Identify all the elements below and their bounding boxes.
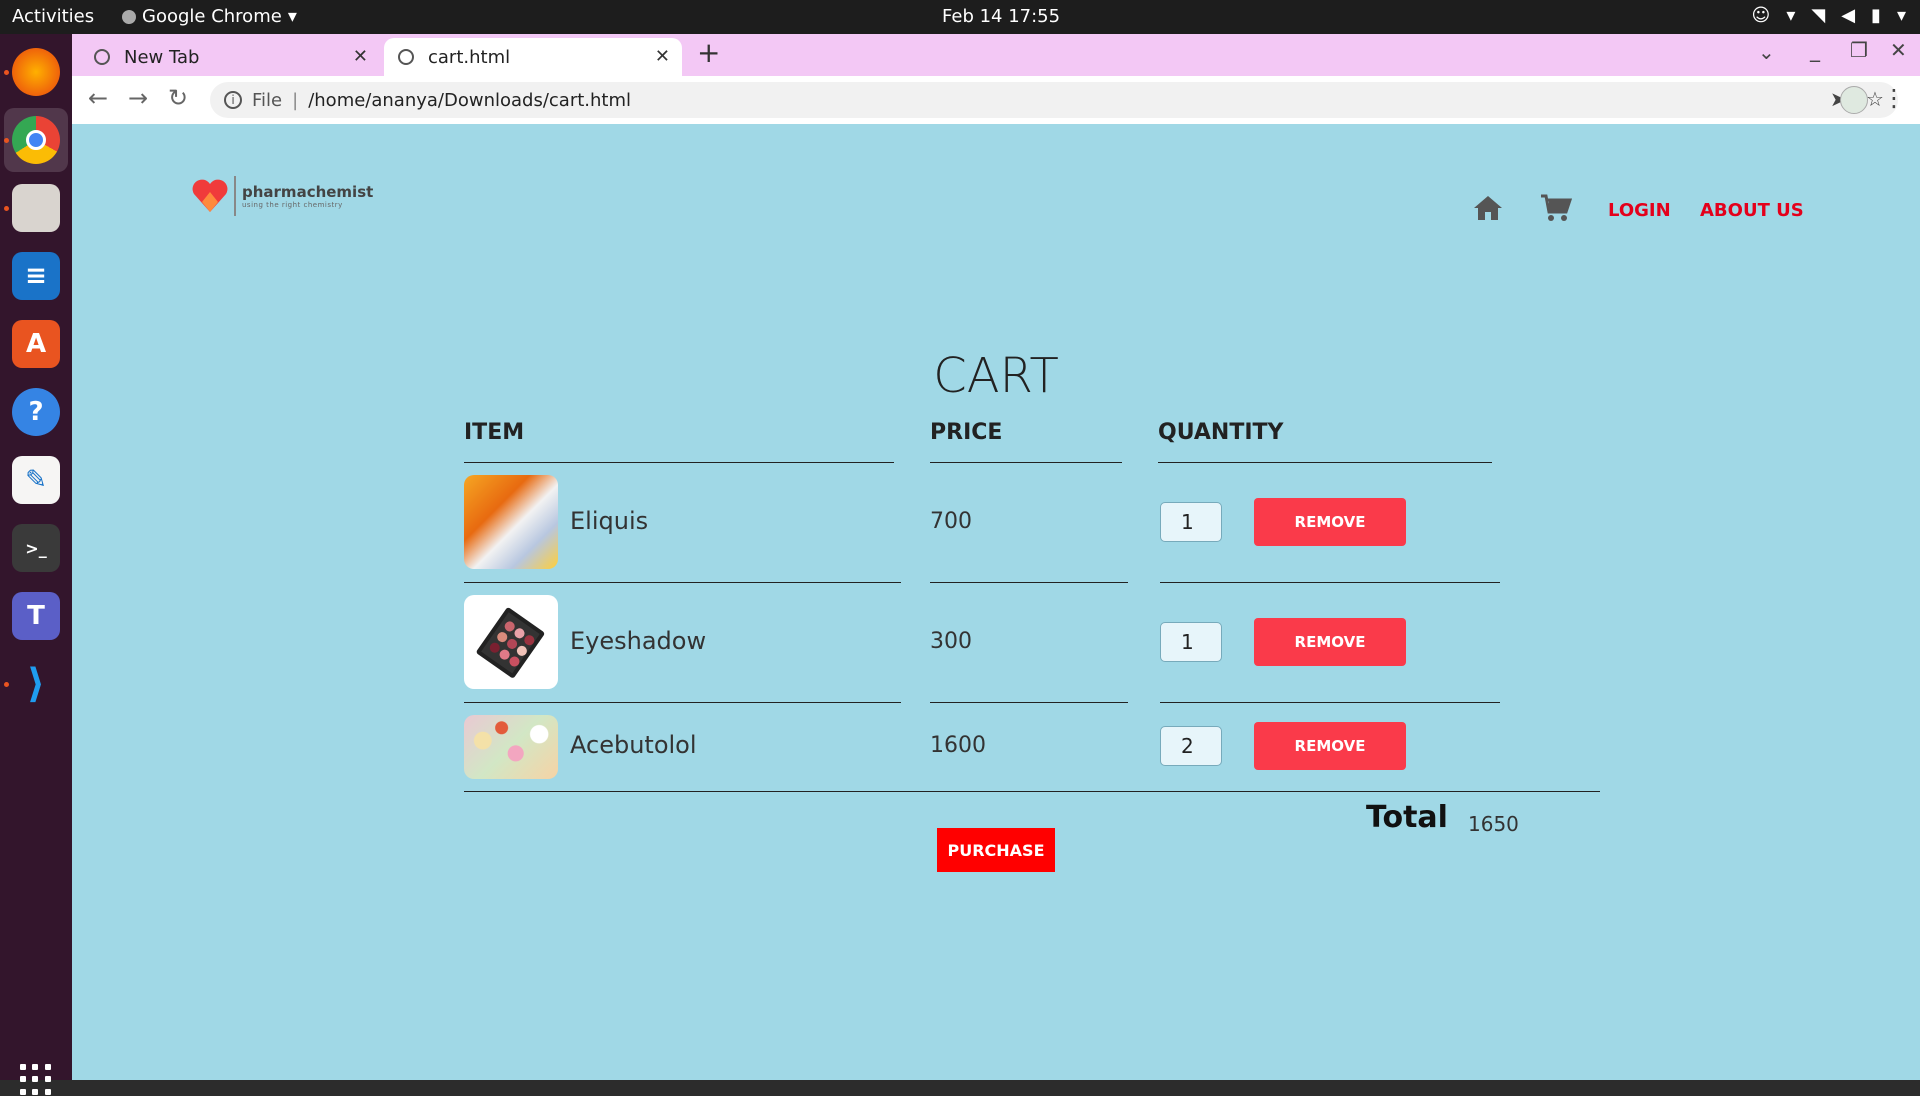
remove-button[interactable]: REMOVE xyxy=(1254,722,1406,770)
divider xyxy=(930,462,1122,463)
divider xyxy=(930,702,1128,703)
files-icon[interactable] xyxy=(12,184,60,232)
about-us-link[interactable]: ABOUT US xyxy=(1700,200,1804,221)
tab-cart[interactable]: cart.html ✕ xyxy=(384,38,682,76)
divider xyxy=(1158,462,1492,463)
writer-icon[interactable]: ≡ xyxy=(12,252,60,300)
system-top-bar: Activities Google Chrome ▾ Feb 14 17:55 … xyxy=(0,0,1920,34)
tab-title: cart.html xyxy=(428,46,511,68)
heart-logo-icon xyxy=(190,176,230,216)
quantity-input[interactable]: 1 xyxy=(1160,502,1222,542)
cart-icon[interactable] xyxy=(1540,194,1573,226)
chrome-icon[interactable] xyxy=(12,116,60,164)
help-icon[interactable]: ? xyxy=(12,388,60,436)
quantity-column-header: QUANTITY xyxy=(1158,420,1284,445)
cart-title: CART xyxy=(933,348,1059,404)
app-menu-label: Google Chrome xyxy=(142,6,282,27)
firefox-icon[interactable] xyxy=(12,48,60,96)
teams-icon[interactable]: T xyxy=(12,592,60,640)
logo-divider xyxy=(234,176,236,216)
wifi-icon: ◥ xyxy=(1811,5,1826,26)
activities-button[interactable]: Activities xyxy=(12,6,94,27)
show-applications-icon[interactable] xyxy=(20,1064,52,1096)
terminal-icon[interactable]: >_ xyxy=(12,524,60,572)
item-price: 1600 xyxy=(930,733,986,758)
total-value: 1650 xyxy=(1468,812,1519,836)
volume-icon: ◀ xyxy=(1841,5,1856,26)
new-tab-plus-icon[interactable]: + xyxy=(697,36,720,69)
login-link[interactable]: LOGIN xyxy=(1608,200,1671,221)
dock: ≡ A ? ✎ >_ T ⟩ xyxy=(0,34,72,1095)
system-tray[interactable]: ☺ ▾ ◥ ◀ ▮ ▾ xyxy=(1752,5,1906,26)
item-name: Eliquis xyxy=(570,507,649,535)
close-window-icon[interactable]: ✕ xyxy=(1890,38,1907,62)
tab-title: New Tab xyxy=(124,46,200,68)
home-icon[interactable] xyxy=(1472,194,1504,226)
tab-search-chevron-icon[interactable]: ⌄ xyxy=(1758,40,1775,64)
item-price: 700 xyxy=(930,509,972,534)
price-column-header: PRICE xyxy=(930,420,1003,445)
maximize-icon[interactable]: ❐ xyxy=(1850,38,1868,62)
purchase-button[interactable]: PURCHASE xyxy=(937,828,1055,872)
kebab-menu-icon[interactable]: ⋮ xyxy=(1882,84,1906,112)
close-tab-icon[interactable]: ✕ xyxy=(353,46,368,67)
back-arrow-icon[interactable]: ← xyxy=(88,84,108,112)
clock[interactable]: Feb 14 17:55 xyxy=(942,6,1060,27)
item-name: Eyeshadow xyxy=(570,627,707,655)
software-store-icon[interactable]: A xyxy=(12,320,60,368)
browser-toolbar: ← → ↻ i File | /home/ananya/Downloads/ca… xyxy=(72,76,1920,124)
quantity-input[interactable]: 1 xyxy=(1160,622,1222,662)
address-separator: | xyxy=(292,89,299,111)
tab-strip: New Tab ✕ cart.html ✕ + ⌄ _ ❐ ✕ xyxy=(72,34,1920,76)
quantity-input[interactable]: 2 xyxy=(1160,726,1222,766)
divider xyxy=(464,791,1600,792)
pill-bottles-image xyxy=(464,475,558,569)
vscode-icon[interactable]: ⟩ xyxy=(12,660,60,708)
profile-avatar[interactable] xyxy=(1840,86,1868,114)
eyeshadow-palette-image xyxy=(464,595,558,689)
item-name: Acebutolol xyxy=(570,731,697,759)
minimize-icon[interactable]: _ xyxy=(1810,38,1820,62)
tab-new-tab[interactable]: New Tab ✕ xyxy=(80,38,380,76)
close-tab-icon[interactable]: ✕ xyxy=(655,46,670,67)
divider xyxy=(1160,582,1500,583)
chrome-small-icon xyxy=(122,9,136,24)
chrome-tab-icon xyxy=(94,49,110,65)
globe-icon xyxy=(398,49,414,65)
remove-button[interactable]: REMOVE xyxy=(1254,498,1406,546)
divider xyxy=(464,702,901,703)
page-content: pharmachemist using the right chemistry … xyxy=(72,124,1920,1080)
address-path: /home/ananya/Downloads/cart.html xyxy=(308,89,632,111)
chevron-down-icon: ▾ xyxy=(1786,5,1796,26)
reload-icon[interactable]: ↻ xyxy=(168,84,188,112)
chevron-down-icon: ▾ xyxy=(1896,5,1906,26)
assorted-pills-image xyxy=(464,715,558,779)
forward-arrow-icon[interactable]: → xyxy=(128,84,148,112)
running-indicator xyxy=(4,682,9,687)
text-editor-icon[interactable]: ✎ xyxy=(12,456,60,504)
total-label: Total xyxy=(1366,800,1448,835)
address-scheme: File xyxy=(252,89,283,111)
battery-icon: ▮ xyxy=(1871,5,1881,26)
address-bar[interactable]: i File | /home/ananya/Downloads/cart.htm… xyxy=(210,82,1898,118)
running-indicator xyxy=(4,70,9,75)
item-price: 300 xyxy=(930,629,972,654)
running-indicator xyxy=(4,206,9,211)
divider xyxy=(930,582,1128,583)
divider xyxy=(1160,702,1500,703)
chevron-down-icon: ▾ xyxy=(287,6,297,27)
brand-tagline: using the right chemistry xyxy=(242,201,343,209)
divider xyxy=(464,582,901,583)
divider xyxy=(464,462,894,463)
info-icon[interactable]: i xyxy=(224,91,242,109)
brand-name: pharmachemist xyxy=(242,183,374,201)
remove-button[interactable]: REMOVE xyxy=(1254,618,1406,666)
site-logo[interactable]: pharmachemist using the right chemistry xyxy=(190,176,373,216)
running-indicator xyxy=(4,138,9,143)
accessibility-icon[interactable]: ☺ xyxy=(1752,5,1771,26)
item-column-header: ITEM xyxy=(464,420,525,445)
app-menu[interactable]: Google Chrome ▾ xyxy=(122,6,297,27)
